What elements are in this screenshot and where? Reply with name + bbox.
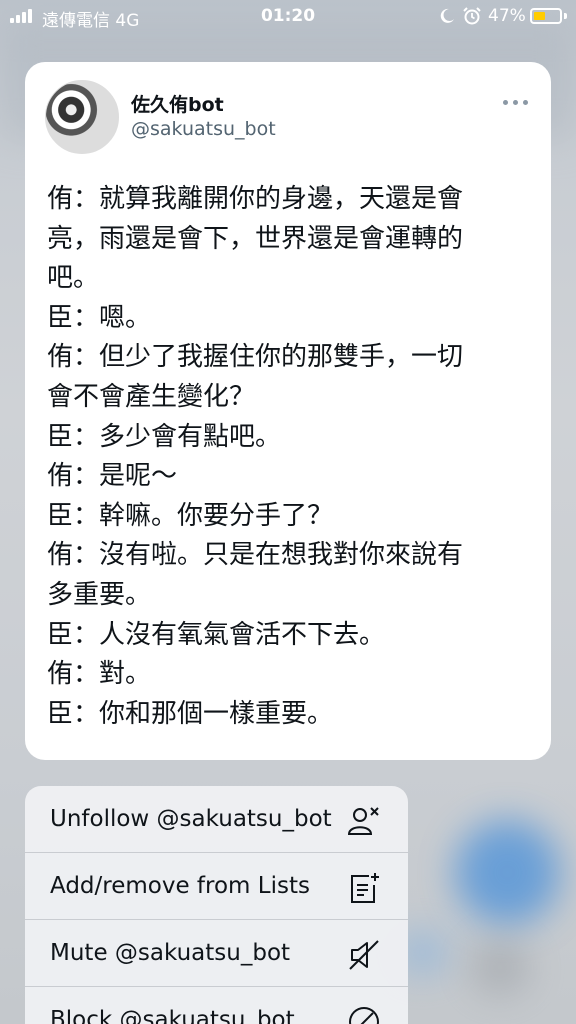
tweet-card[interactable]: 佐久侑bot @sakuatsu_bot 侑：就算我離開你的身邊，天還是會 亮，… [25,62,551,760]
menu-item-label: Block @sakuatsu_bot [50,1007,295,1024]
display-name[interactable]: 佐久侑bot [131,90,224,117]
menu-item-label: Unfollow @sakuatsu_bot [50,806,332,832]
tweet-line: 臣：人沒有氧氣會活不下去。 [47,619,386,650]
tweet-line: 臣：多少會有點吧。 [47,421,282,452]
tweet-line: 侑：但少了我握住你的那雙手，一切 [47,342,464,373]
mute-menu-item[interactable]: Mute @sakuatsu_bot [25,920,408,987]
battery-tip [564,13,567,19]
tweet-line: 侑：沒有啦。只是在想我對你來說有 [47,540,464,571]
battery-percentage: 47% [488,6,526,26]
avatar[interactable] [45,80,119,154]
tweet-line: 會不會產生變化？ [47,381,256,412]
menu-item-label: Mute @sakuatsu_bot [50,940,291,966]
list-add-icon [351,873,379,903]
tweet-line: 臣：嗯。 [47,302,152,333]
blurred-background-element [470,940,530,995]
tweet-text: 侑：就算我離開你的身邊，天還是會 亮，雨還是會下，世界還是會運轉的 吧。 臣：嗯… [47,180,537,734]
blurred-compose-button [455,820,560,925]
add-remove-lists-menu-item[interactable]: Add/remove from Lists [25,853,408,920]
battery-level [534,12,545,20]
context-menu: Unfollow @sakuatsu_bot Add/remove from L… [25,786,408,1024]
status-bar: 遠傳電信 4G 01:20 47% [0,0,576,34]
menu-item-label: Add/remove from Lists [50,873,310,899]
tweet-line: 臣：你和那個一樣重要。 [47,698,334,729]
unfollow-menu-item[interactable]: Unfollow @sakuatsu_bot [25,786,408,853]
block-menu-item[interactable]: Block @sakuatsu_bot [25,987,408,1024]
tweet-line: 侑：對。 [47,659,152,690]
alarm-icon [463,7,481,25]
more-options-icon[interactable] [503,92,529,112]
tweet-line: 侑：就算我離開你的身邊，天還是會 [47,184,464,214]
tweet-line: 亮，雨還是會下，世界還是會運轉的 [47,223,464,254]
unfollow-user-icon [347,807,379,835]
tweet-line: 吧。 [47,263,100,294]
tweet-line: 多重要。 [47,579,152,610]
moon-icon [440,8,454,23]
tweet-line: 侑：是呢～ [47,461,178,492]
tweet-line: 臣：幹嘛。你要分手了？ [47,500,334,531]
battery-icon [530,8,562,24]
username-handle[interactable]: @sakuatsu_bot [131,118,276,140]
block-icon [349,1007,379,1024]
mute-speaker-icon [349,940,379,970]
